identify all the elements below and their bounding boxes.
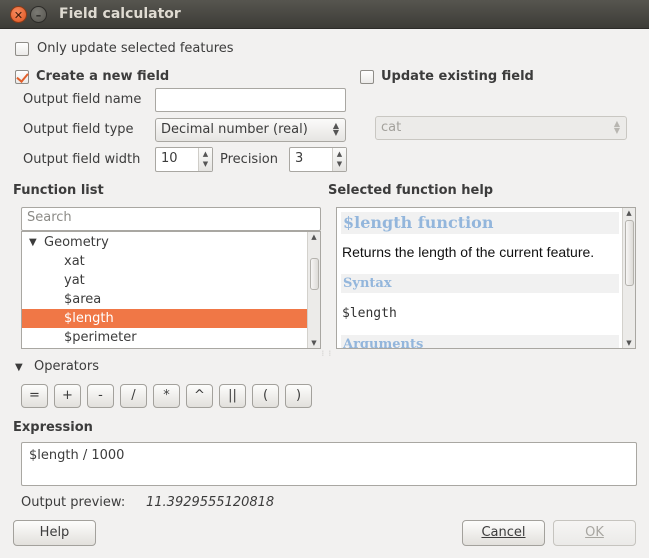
create-new-field-label: Create a new field (36, 69, 170, 84)
collapse-triangle-icon[interactable]: ▼ (15, 362, 23, 373)
combo-arrows-icon: ▲ ▼ (332, 121, 339, 137)
only-selected-label: Only update selected features (37, 41, 234, 56)
update-existing-label: Update existing field (381, 69, 534, 84)
window-title: Field calculator (59, 6, 181, 22)
tree-item-label: xat (64, 254, 85, 269)
minimize-icon[interactable]: – (30, 6, 47, 23)
expression-label: Expression (13, 420, 93, 435)
help-button[interactable]: Help (13, 520, 96, 546)
output-field-type-label: Output field type (23, 122, 134, 137)
operator-plus-button[interactable]: + (54, 384, 81, 408)
tree-item-label: yat (64, 273, 85, 288)
scroll-thumb[interactable] (310, 258, 319, 290)
only-selected-checkbox[interactable] (15, 42, 29, 56)
cancel-button[interactable]: Cancel (462, 520, 545, 546)
precision-value: 3 (295, 151, 304, 166)
expand-triangle-icon[interactable]: ▼ (29, 233, 37, 252)
expression-editor[interactable]: $length / 1000 (21, 442, 637, 486)
close-icon[interactable]: ✕ (10, 6, 27, 23)
operator-multiply-button[interactable]: * (153, 384, 180, 408)
field-calculator-window: ✕ – Field calculator Only update selecte… (0, 0, 649, 558)
operator-open-paren-button[interactable]: ( (252, 384, 279, 408)
function-search-input[interactable]: Search (21, 207, 321, 231)
existing-field-value: cat (381, 120, 402, 135)
scroll-down-icon[interactable]: ▼ (623, 339, 635, 347)
help-arguments-heading: Arguments (341, 335, 619, 348)
tree-group-geometry[interactable]: ▼ Geometry (22, 233, 320, 252)
operator-concat-button[interactable]: || (219, 384, 246, 408)
tree-item-xat[interactable]: xat (22, 252, 320, 271)
help-syntax: $length (342, 306, 397, 321)
create-new-field-checkbox[interactable] (15, 70, 29, 84)
output-field-type-combo[interactable]: Decimal number (real) ▲ ▼ (155, 118, 346, 142)
operator-power-button[interactable]: ^ (186, 384, 213, 408)
title-bar[interactable]: ✕ – Field calculator (0, 0, 649, 29)
tree-item-perimeter[interactable]: $perimeter (22, 328, 320, 347)
tree-item-area[interactable]: $area (22, 290, 320, 309)
function-help-panel: $length function Returns the length of t… (336, 207, 636, 349)
combo-arrows-icon: ▲ ▼ (613, 119, 620, 135)
tree-item-length[interactable]: $length (22, 309, 307, 328)
tree-item-label: $length (64, 311, 114, 326)
function-list-label: Function list (13, 183, 104, 198)
scroll-thumb[interactable] (625, 220, 634, 286)
scroll-down-icon[interactable]: ▼ (308, 339, 320, 347)
update-existing-checkbox[interactable] (360, 70, 374, 84)
precision-label: Precision (220, 152, 279, 167)
existing-field-combo[interactable]: cat ▲ ▼ (375, 116, 627, 140)
function-tree[interactable]: ▼ Geometry xat yat $area $length $perime… (21, 231, 321, 349)
operator-close-paren-button[interactable]: ) (285, 384, 312, 408)
operators-label[interactable]: Operators (34, 359, 99, 374)
operator-equals-button[interactable]: = (21, 384, 48, 408)
output-preview-label: Output preview: (21, 495, 126, 510)
ok-button[interactable]: OK (553, 520, 636, 546)
help-syntax-heading: Syntax (341, 274, 619, 293)
spin-arrows-icon[interactable]: ▲ ▼ (332, 148, 346, 171)
tree-item-label: $area (64, 292, 102, 307)
output-preview-value: 11.3929555120818 (146, 495, 275, 510)
operator-minus-button[interactable]: - (87, 384, 114, 408)
tree-item-yat[interactable]: yat (22, 271, 320, 290)
help-scrollbar[interactable]: ▲ ▼ (622, 208, 635, 348)
output-field-width-value: 10 (161, 151, 178, 166)
scroll-up-icon[interactable]: ▲ (308, 233, 320, 241)
tree-group-label: Geometry (44, 235, 109, 250)
tree-item-label: $perimeter (64, 330, 137, 345)
output-field-name-label: Output field name (23, 92, 142, 107)
help-description: Returns the length of the current featur… (342, 244, 595, 260)
output-field-type-value: Decimal number (real) (161, 122, 308, 137)
output-field-name-input[interactable] (155, 88, 346, 112)
precision-spinbox[interactable]: 3 ▲ ▼ (289, 147, 347, 172)
function-tree-scrollbar[interactable]: ▲ ▼ (307, 232, 320, 348)
help-title: $length function (341, 212, 619, 234)
operator-divide-button[interactable]: / (120, 384, 147, 408)
spin-arrows-icon[interactable]: ▲ ▼ (198, 148, 212, 171)
output-field-width-spinbox[interactable]: 10 ▲ ▼ (155, 147, 213, 172)
function-help-label: Selected function help (328, 183, 494, 198)
output-field-width-label: Output field width (23, 152, 141, 167)
scroll-up-icon[interactable]: ▲ (623, 209, 635, 217)
splitter-handle-icon[interactable]: ⋮⋮ (320, 350, 334, 357)
